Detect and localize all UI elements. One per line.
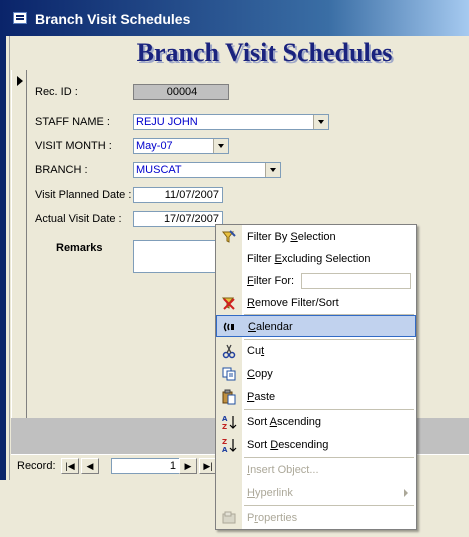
menu-item-insert-object: Insert Object... — [247, 464, 319, 476]
menu-item-properties: Properties — [216, 507, 416, 529]
sort-descending-icon: ZA — [221, 437, 237, 454]
record-number-field[interactable]: 1 — [111, 458, 181, 474]
scissors-icon — [221, 343, 237, 359]
form-window-icon[interactable] — [13, 12, 27, 24]
menu-item-copy[interactable]: Copy — [216, 363, 416, 385]
record-selector[interactable] — [11, 70, 27, 418]
menu-item-hyperlink: Hyperlink — [216, 482, 416, 504]
menu-separator — [244, 409, 414, 410]
remarks-field[interactable] — [133, 240, 223, 273]
title-bar[interactable]: Branch Visit Schedules — [0, 0, 469, 36]
branch-dropdown-icon[interactable] — [265, 163, 280, 177]
record-label: Record: — [17, 460, 56, 472]
visit-month-value: May-07 — [136, 140, 173, 152]
svg-text:Z: Z — [222, 438, 227, 446]
menu-separator — [244, 457, 414, 458]
menu-item-cut[interactable]: Cut — [216, 340, 416, 362]
staff-name-dropdown-icon[interactable] — [313, 115, 328, 129]
visit-planned-date-field[interactable]: 11/07/2007 — [133, 187, 223, 203]
filter-by-selection-icon — [221, 229, 237, 245]
visit-month-label: VISIT MONTH : — [35, 140, 112, 152]
rec-id-label: Rec. ID : — [35, 86, 78, 98]
context-menu: Filter By Selection Filter Excluding Sel… — [215, 224, 417, 530]
submenu-arrow-icon — [404, 489, 408, 497]
menu-item-remove-filter-sort[interactable]: Remove Filter/Sort — [216, 292, 416, 314]
menu-item-sort-ascending[interactable]: AZ Sort Ascending — [216, 411, 416, 433]
menu-item-filter-by-selection[interactable]: Filter By Selection — [216, 226, 416, 248]
properties-icon — [221, 510, 237, 526]
visit-month-combo[interactable]: May-07 — [133, 138, 229, 154]
menu-item-filter-for[interactable]: Filter For: — [216, 270, 416, 292]
copy-icon — [221, 366, 237, 382]
menu-item-calendar[interactable]: Calendar — [216, 315, 416, 337]
branch-value: MUSCAT — [136, 164, 182, 176]
current-record-arrow-icon — [17, 76, 23, 86]
visit-month-dropdown-icon[interactable] — [213, 139, 228, 153]
rec-id-field: 00004 — [133, 84, 229, 100]
visit-planned-date-label: Visit Planned Date : — [35, 189, 132, 201]
calendar-icon — [222, 319, 238, 335]
branch-label: BRANCH : — [35, 164, 88, 176]
menu-item-filter-excluding-selection[interactable]: Filter Excluding Selection — [216, 248, 416, 270]
next-record-button[interactable]: ▶ — [179, 458, 197, 474]
form-left-edge — [6, 36, 10, 480]
filter-for-input[interactable] — [301, 273, 411, 289]
actual-visit-date-label: Actual Visit Date : — [35, 213, 122, 225]
menu-separator — [244, 505, 414, 506]
staff-name-label: STAFF NAME : — [35, 116, 110, 128]
staff-name-combo[interactable]: REJU JOHN — [133, 114, 329, 130]
svg-text:A: A — [222, 415, 228, 423]
menu-item-sort-descending[interactable]: ZA Sort Descending — [216, 434, 416, 456]
remove-filter-icon — [221, 295, 237, 311]
window-title: Branch Visit Schedules — [35, 11, 191, 27]
svg-text:Z: Z — [222, 423, 227, 430]
previous-record-button[interactable]: ◀ — [81, 458, 99, 474]
svg-text:A: A — [222, 446, 228, 453]
staff-name-value: REJU JOHN — [136, 116, 198, 128]
sort-ascending-icon: AZ — [221, 414, 237, 431]
first-record-button[interactable]: |◀ — [61, 458, 79, 474]
branch-combo[interactable]: MUSCAT — [133, 162, 281, 178]
actual-visit-date-field[interactable]: 17/07/2007 — [133, 211, 223, 227]
paste-icon — [221, 389, 237, 405]
menu-item-paste[interactable]: Paste — [216, 386, 416, 408]
remarks-label: Remarks — [56, 242, 103, 254]
form-heading: Branch Visit Schedules — [136, 38, 393, 67]
